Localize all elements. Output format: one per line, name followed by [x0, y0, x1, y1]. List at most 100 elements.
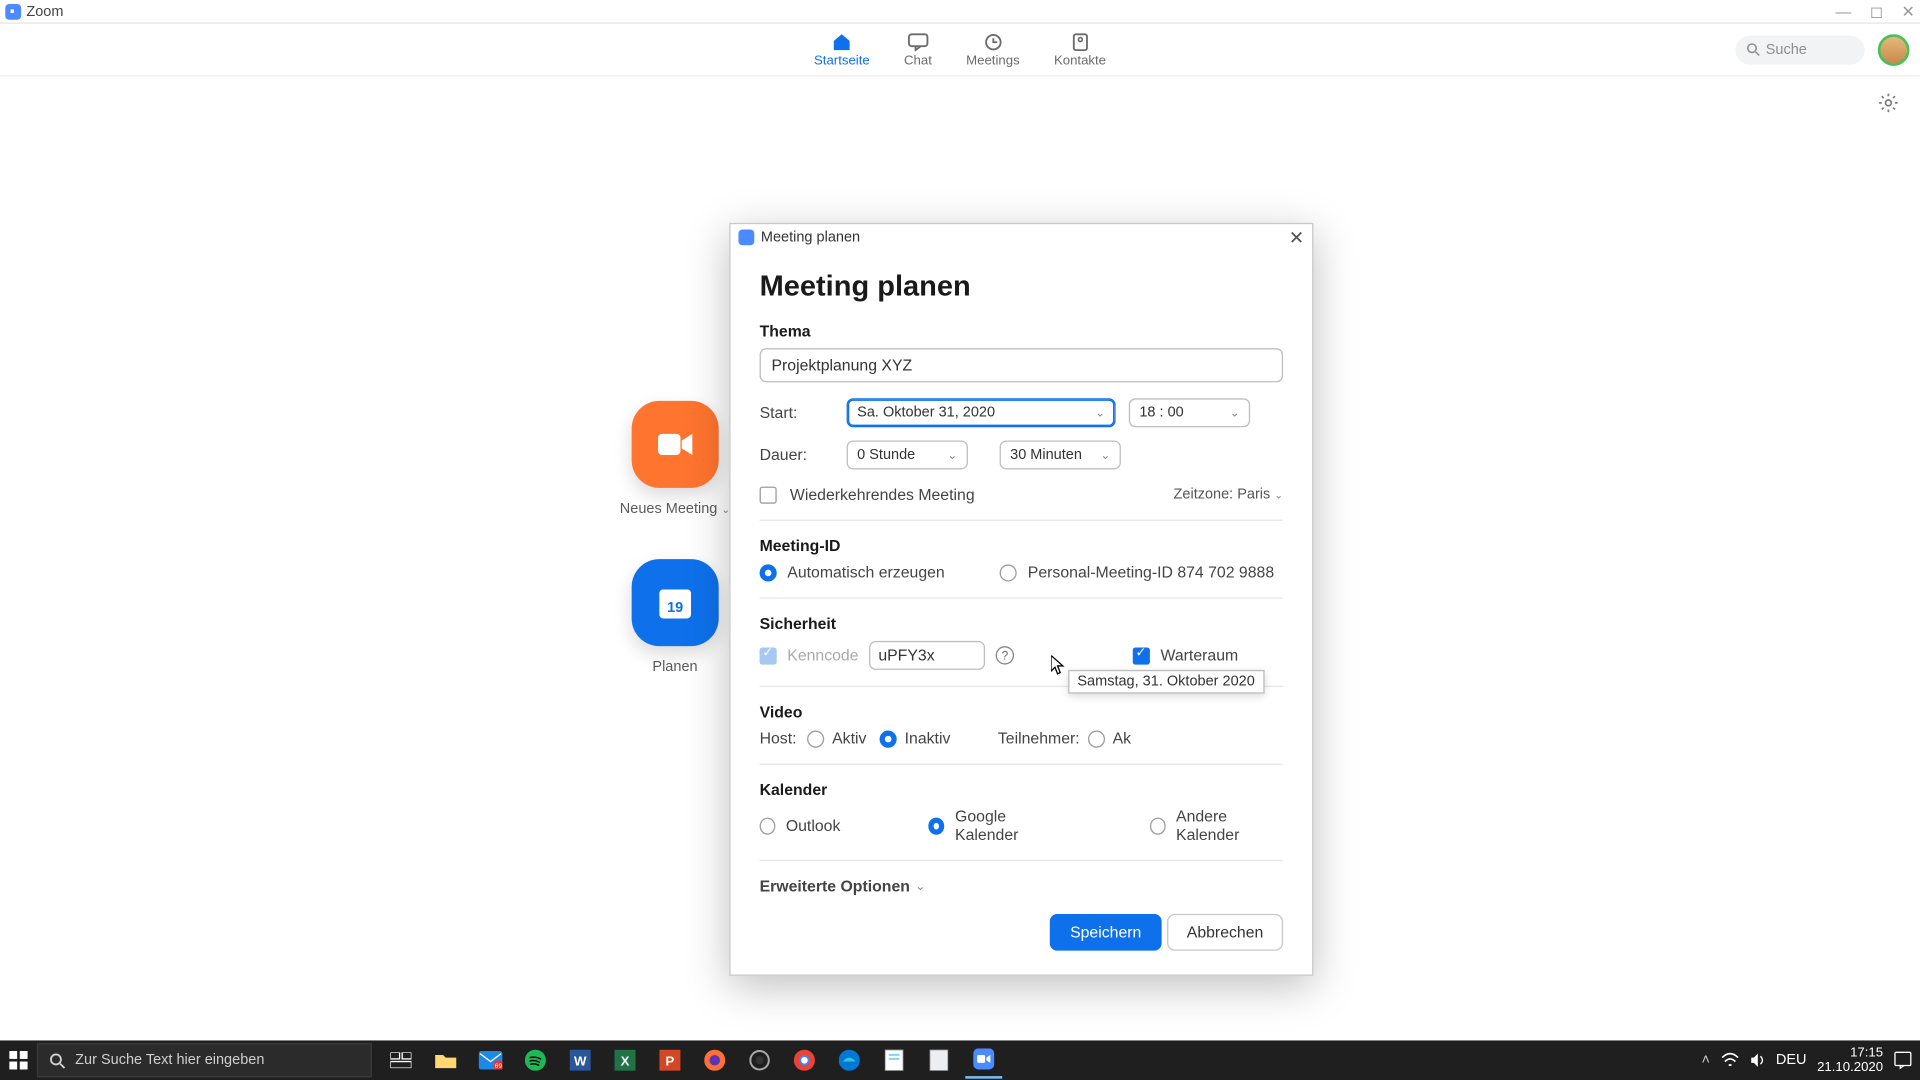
start-time-value: 18 : 00	[1139, 405, 1183, 421]
app-button[interactable]	[920, 1042, 957, 1079]
calendar-outlook-radio[interactable]	[760, 817, 776, 834]
zoom-app-icon	[738, 229, 754, 245]
meeting-id-auto-radio[interactable]	[760, 564, 777, 581]
new-meeting-button[interactable]	[631, 401, 718, 488]
save-button[interactable]: Speichern	[1050, 914, 1161, 951]
calendar-other-radio[interactable]	[1150, 817, 1166, 834]
duration-minutes-select[interactable]: 30 Minuten ⌄	[1000, 440, 1121, 469]
notifications-icon[interactable]	[1894, 1051, 1912, 1069]
chrome-button[interactable]	[786, 1042, 823, 1079]
close-window-button[interactable]: ✕	[1901, 2, 1914, 20]
app-header: Startseite Chat Meetings Kontakte Suche	[0, 24, 1920, 77]
language-indicator[interactable]: DEU	[1776, 1052, 1807, 1068]
edge-button[interactable]	[831, 1042, 868, 1079]
settings-button[interactable]	[1878, 92, 1899, 120]
date-tooltip: Samstag, 31. Oktober 2020	[1068, 670, 1264, 694]
participant-video-on-label-partial: Ak	[1113, 729, 1131, 747]
dialog-titlebar: Meeting planen ✕	[731, 224, 1313, 250]
video-label: Video	[760, 703, 1284, 721]
spotify-button[interactable]	[517, 1042, 554, 1079]
dialog-close-button[interactable]: ✕	[1289, 226, 1304, 248]
excel-button[interactable]: X	[607, 1042, 644, 1079]
svg-text:19: 19	[667, 600, 683, 616]
svg-text:69: 69	[495, 1063, 503, 1069]
schedule-button[interactable]: 19	[631, 559, 718, 646]
waiting-room-checkbox[interactable]	[1133, 647, 1150, 664]
host-video-off-radio[interactable]	[880, 730, 897, 747]
minimize-button[interactable]: —	[1836, 2, 1852, 20]
timezone-value: Zeitzone: Paris	[1174, 487, 1271, 503]
meeting-id-personal-label: Personal-Meeting-ID 874 702 9888	[1028, 563, 1274, 581]
start-date-select[interactable]: Sa. Oktober 31, 2020 ⌄	[847, 398, 1116, 427]
cancel-button[interactable]: Abbrechen	[1167, 914, 1283, 951]
video-icon	[655, 430, 695, 459]
passcode-input[interactable]	[869, 641, 985, 670]
volume-icon[interactable]	[1750, 1052, 1766, 1068]
waiting-room-label: Warteraum	[1161, 646, 1239, 664]
calendar-other-label: Andere Kalender	[1176, 807, 1283, 844]
host-label: Host:	[760, 729, 800, 747]
host-video-on-radio[interactable]	[807, 730, 824, 747]
svg-text:X: X	[621, 1054, 630, 1069]
nav-contacts-label: Kontakte	[1054, 53, 1106, 68]
nav-chat-label: Chat	[904, 53, 932, 68]
firefox-button[interactable]	[696, 1042, 733, 1079]
task-view-button[interactable]	[382, 1042, 419, 1079]
calendar-google-label: Google Kalender	[955, 807, 1062, 844]
advanced-options-toggle[interactable]: Erweiterte Optionen	[760, 877, 910, 895]
nav-home[interactable]: Startseite	[814, 31, 870, 68]
svg-text:W: W	[574, 1054, 587, 1069]
clock-date: 21.10.2020	[1817, 1060, 1883, 1075]
user-avatar[interactable]	[1878, 34, 1910, 66]
start-time-select[interactable]: 18 : 00 ⌄	[1129, 398, 1250, 427]
maximize-button[interactable]: ◻	[1870, 2, 1883, 20]
home-icon	[830, 31, 854, 52]
wifi-icon[interactable]	[1721, 1052, 1739, 1068]
host-video-on-label: Aktiv	[832, 729, 866, 747]
meeting-id-label: Meeting-ID	[760, 537, 1284, 555]
zoom-taskbar-button[interactable]	[965, 1042, 1002, 1079]
host-video-off-label: Inaktiv	[905, 729, 951, 747]
calendar-google-radio[interactable]	[928, 817, 944, 834]
passcode-checkbox	[760, 647, 777, 664]
info-icon[interactable]: ?	[996, 646, 1014, 664]
powerpoint-button[interactable]: P	[651, 1042, 688, 1079]
chevron-down-icon: ⌄	[1095, 406, 1105, 421]
schedule-label: Planen	[652, 659, 697, 675]
nav-meetings[interactable]: Meetings	[966, 31, 1020, 68]
search-input[interactable]: Suche	[1735, 35, 1864, 64]
taskbar-search[interactable]: Zur Suche Text hier eingeben	[37, 1043, 372, 1077]
meeting-id-personal-radio[interactable]	[1000, 564, 1017, 581]
schedule-meeting-dialog: Meeting planen ✕ Meeting planen Thema St…	[729, 223, 1313, 976]
clock[interactable]: 17:15 21.10.2020	[1817, 1046, 1883, 1075]
duration-hours-select[interactable]: 0 Stunde ⌄	[847, 440, 968, 469]
calendar-outlook-label: Outlook	[786, 816, 841, 834]
security-label: Sicherheit	[760, 615, 1284, 633]
nav-contacts[interactable]: Kontakte	[1054, 31, 1106, 68]
duration-label: Dauer:	[760, 446, 834, 464]
gear-icon	[1878, 92, 1899, 113]
window-title: Zoom	[26, 3, 63, 19]
chevron-down-icon: ⌄	[1230, 406, 1240, 421]
recurring-checkbox[interactable]	[760, 486, 777, 503]
word-button[interactable]: W	[562, 1042, 599, 1079]
dialog-window-title: Meeting planen	[761, 229, 860, 245]
chat-icon	[906, 31, 930, 52]
obs-button[interactable]	[741, 1042, 778, 1079]
chevron-down-icon: ⌄	[915, 879, 925, 894]
topic-input[interactable]	[760, 348, 1284, 382]
svg-text:P: P	[666, 1054, 675, 1069]
file-explorer-button[interactable]	[427, 1042, 464, 1079]
duration-hours-value: 0 Stunde	[857, 447, 915, 463]
start-date-value: Sa. Oktober 31, 2020	[857, 405, 995, 421]
home-actions: Neues Meeting ⌄ 19 Planen	[620, 401, 730, 675]
nav-chat[interactable]: Chat	[904, 31, 932, 68]
timezone-select[interactable]: Zeitzone: Paris ⌄	[1174, 487, 1284, 503]
tray-expand-icon[interactable]: ˄	[1701, 1052, 1709, 1068]
participants-label: Teilnehmer:	[998, 729, 1080, 747]
notepad-button[interactable]	[876, 1042, 913, 1079]
search-placeholder: Suche	[1766, 42, 1807, 58]
start-button[interactable]	[0, 1040, 37, 1080]
participant-video-on-radio[interactable]	[1088, 730, 1105, 747]
mail-button[interactable]: 69	[472, 1042, 509, 1079]
